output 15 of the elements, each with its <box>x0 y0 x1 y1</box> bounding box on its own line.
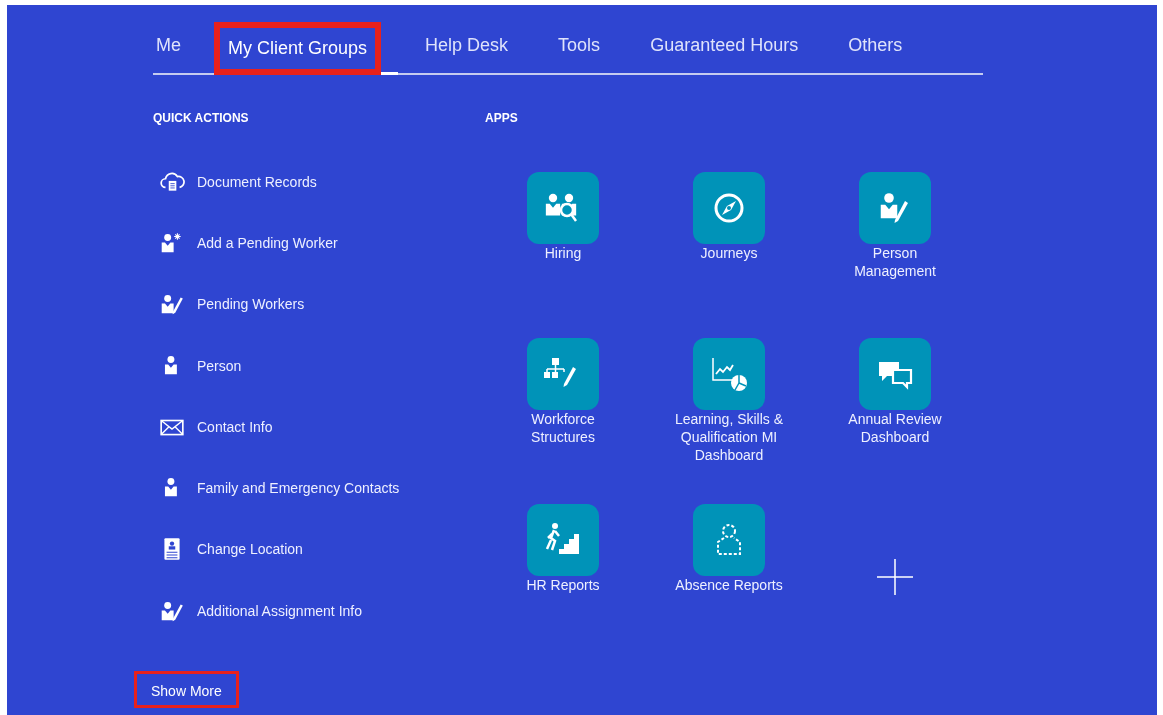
app-tile[interactable]: Absence Reports <box>646 504 812 670</box>
app-tile[interactable]: Annual Review Dashboard <box>812 338 978 504</box>
nav-tab[interactable]: Tools <box>555 22 604 71</box>
app-tile[interactable]: Learning, Skills & Qualification MI Dashboard <box>646 338 812 504</box>
section-heading: APPS <box>485 111 519 125</box>
add-icon[interactable] <box>877 559 913 595</box>
nav-tab[interactable]: Help Desk <box>422 22 512 71</box>
nav-tab[interactable]: My Client Groups <box>217 25 379 72</box>
nav-tab[interactable]: Others <box>845 22 906 71</box>
app-tile[interactable]: Journeys <box>646 172 812 338</box>
show-more-link[interactable]: Show More <box>134 671 239 709</box>
section-heading: QUICK ACTIONS <box>153 111 250 125</box>
app-tile[interactable]: Person Management <box>812 172 978 338</box>
nav-tab[interactable]: Me <box>153 22 184 71</box>
nav-tab[interactable]: Guaranteed Hours <box>647 22 802 71</box>
